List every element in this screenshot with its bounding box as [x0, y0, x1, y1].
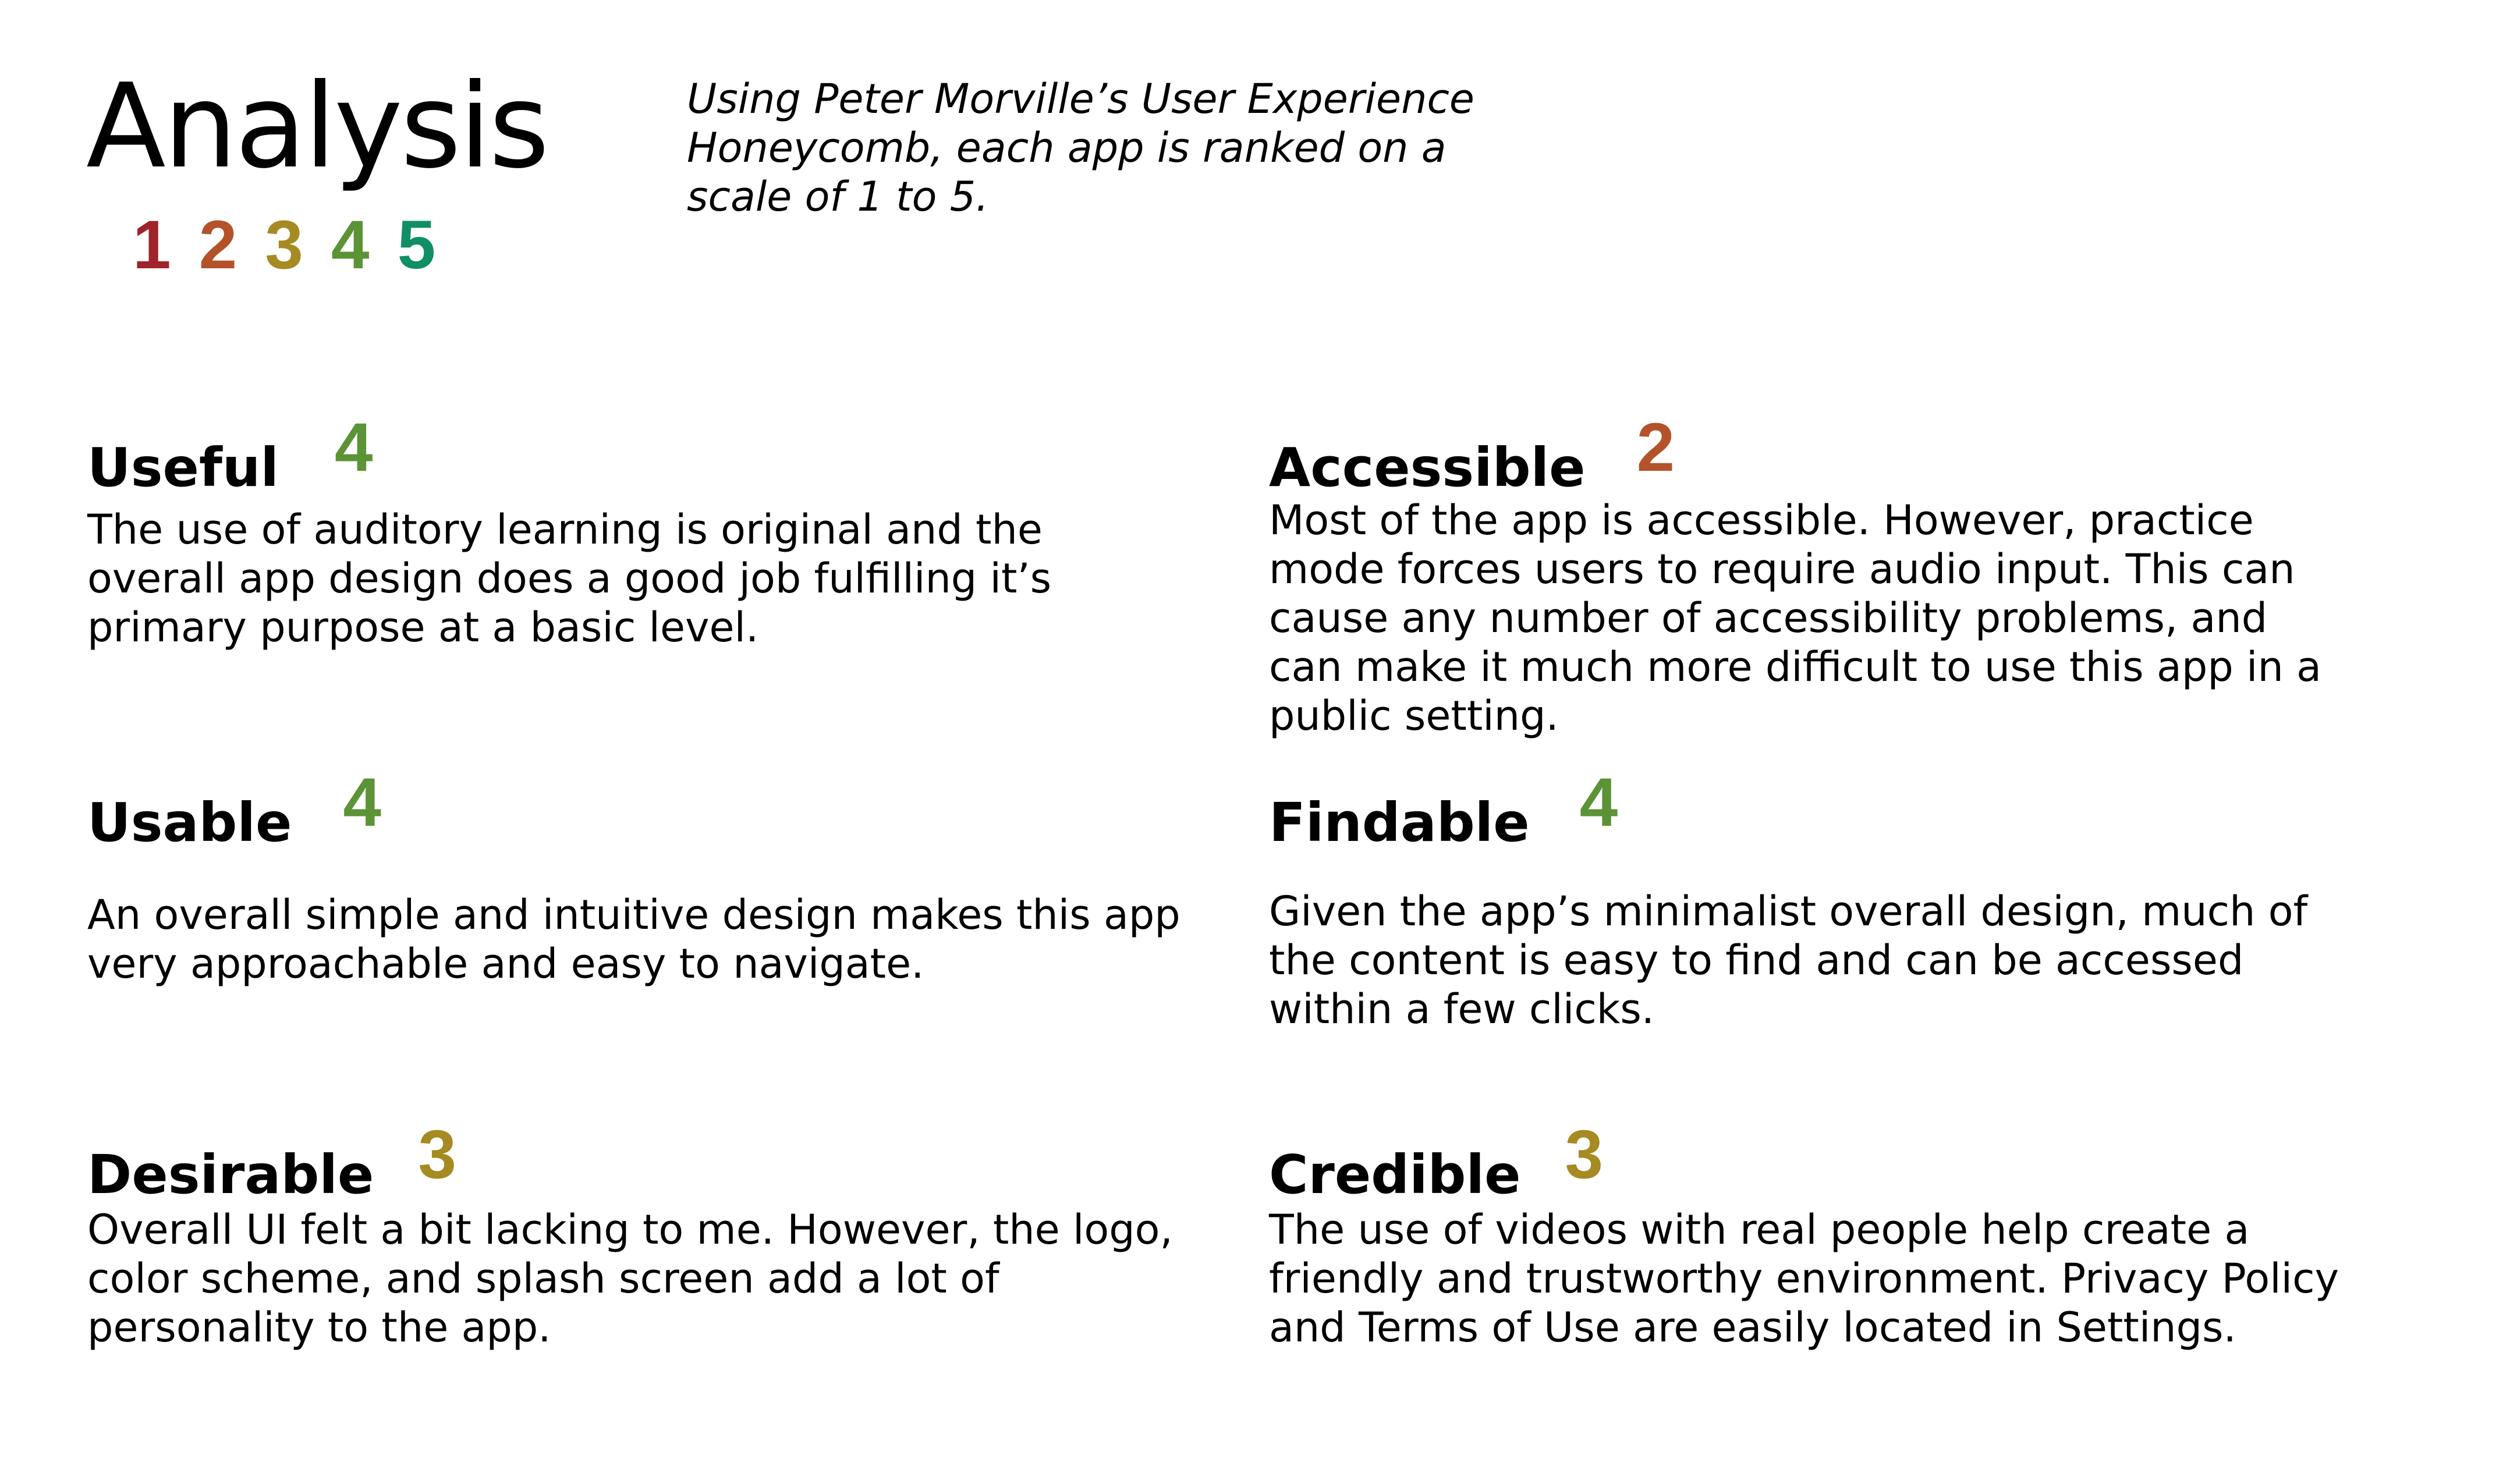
criterion-accessible: Accessible 2 Most of the app is accessib… [1269, 413, 2346, 740]
criterion-header: Usable 4 [87, 768, 1193, 854]
scale-value-5: 5 [397, 207, 436, 283]
criterion-description: The use of auditory learning is original… [87, 506, 1052, 651]
criterion-name: Useful [87, 436, 279, 499]
criterion-name: Accessible [1269, 436, 1586, 499]
scale-value-1: 1 [133, 207, 171, 283]
page-title: Analysis [86, 59, 549, 194]
criterion-score: 2 [1636, 409, 1675, 486]
criterion-header: Credible 3 [1269, 1120, 2346, 1206]
criterion-credible: Credible 3 The use of videos with real p… [1269, 1120, 2346, 1352]
criterion-header: Accessible 2 [1269, 413, 2346, 499]
criterion-header: Useful 4 [87, 413, 1193, 499]
criterion-usable: Usable 4 An overall simple and intuitive… [87, 768, 1193, 988]
rating-scale: 1 2 3 4 5 [133, 211, 435, 279]
criterion-description: The use of videos with real people help … [1269, 1206, 2339, 1351]
scale-value-4: 4 [331, 207, 370, 283]
criterion-name: Usable [87, 791, 292, 854]
criterion-score: 3 [1565, 1116, 1604, 1193]
criterion-useful: Useful 4 The use of auditory learning is… [87, 413, 1193, 652]
scale-value-2: 2 [198, 207, 237, 283]
criterion-name: Findable [1269, 791, 1530, 854]
criterion-score: 3 [418, 1116, 456, 1193]
criterion-score: 4 [334, 409, 373, 486]
criterion-description: Overall UI felt a bit lacking to me. How… [87, 1206, 1173, 1351]
criterion-desirable: Desirable 3 Overall UI felt a bit lackin… [87, 1120, 1193, 1352]
criterion-name: Credible [1269, 1144, 1521, 1206]
criterion-score: 4 [343, 764, 381, 841]
criterion-findable: Findable 4 Given the app’s minimalist ov… [1269, 768, 2375, 1034]
criterion-name: Desirable [87, 1144, 374, 1206]
intro-text: Using Peter Morville’s User Experience H… [687, 75, 1475, 221]
criterion-header: Desirable 3 [87, 1120, 1193, 1206]
criterion-score: 4 [1579, 764, 1618, 841]
criterion-header: Findable 4 [1269, 768, 2375, 854]
criterion-description: An overall simple and intuitive design m… [87, 891, 1180, 988]
criterion-description: Given the app’s minimalist overall desig… [1269, 887, 2308, 1033]
criterion-description: Most of the app is accessible. However, … [1269, 496, 2322, 740]
scale-value-3: 3 [265, 207, 303, 283]
